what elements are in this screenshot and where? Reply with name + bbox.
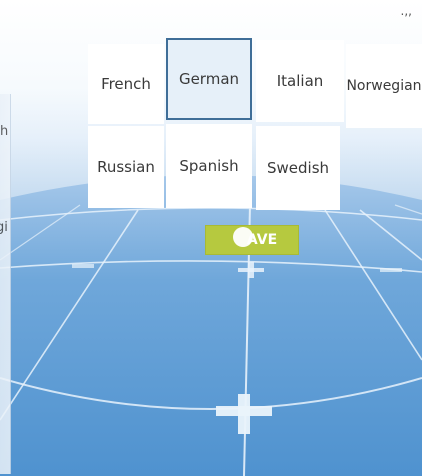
top-right-mark: .,, xyxy=(400,4,412,18)
language-option-spanish[interactable]: Spanish xyxy=(166,124,252,208)
gaze-cursor-icon xyxy=(233,227,253,247)
language-option-swedish[interactable]: Swedish xyxy=(256,126,340,210)
side-panel-text-2: gi xyxy=(0,220,8,235)
vr-scene: h gi .,, French German Italian Norwegian… xyxy=(0,0,422,476)
language-option-italian[interactable]: Italian xyxy=(256,40,344,122)
side-panel: h gi xyxy=(0,94,11,474)
side-panel-text-1: h xyxy=(0,124,9,139)
language-option-french[interactable]: French xyxy=(88,44,164,124)
language-option-norwegian[interactable]: Norwegian xyxy=(346,44,422,128)
language-option-german[interactable]: German xyxy=(166,38,252,120)
language-option-russian[interactable]: Russian xyxy=(88,126,164,208)
